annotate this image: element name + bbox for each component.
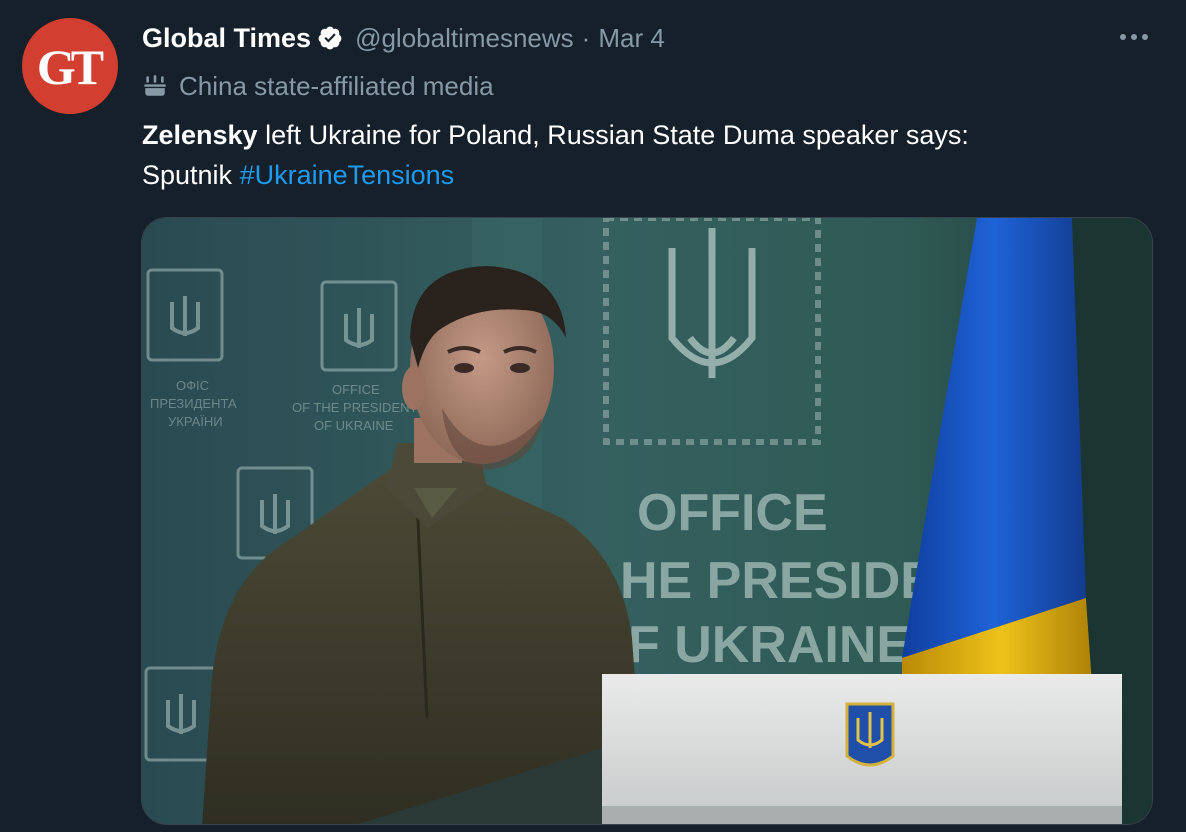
- avatar-logo-text: GT: [36, 39, 104, 95]
- tweet-date[interactable]: Mar 4: [598, 23, 664, 54]
- avatar[interactable]: GT: [22, 18, 118, 114]
- more-options-button[interactable]: [1112, 22, 1156, 52]
- backdrop-text-ukraine: F UKRAINE: [628, 616, 911, 674]
- state-media-label[interactable]: China state-affiliated media: [142, 66, 494, 106]
- state-media-label-text: China state-affiliated media: [179, 70, 494, 101]
- tweet-text: Zelensky left Ukraine for Poland, Russia…: [142, 115, 1152, 195]
- more-options-icon: [1120, 34, 1148, 40]
- svg-text:УКРАЇНИ: УКРАЇНИ: [168, 414, 223, 429]
- svg-text:OFFICE: OFFICE: [332, 382, 380, 397]
- state-media-icon: [144, 75, 166, 96]
- tweet-header: Global Times @globaltimesnews · Mar 4: [142, 18, 665, 58]
- tweet-text-body: left Ukraine for Poland, Russian State D…: [257, 120, 969, 150]
- backdrop-text-office: OFFICE: [637, 484, 828, 542]
- svg-text:OF UKRAINE: OF UKRAINE: [314, 418, 394, 433]
- svg-text:OF THE PRESIDENT: OF THE PRESIDENT: [292, 400, 418, 415]
- tweet: GT Global Times @globaltimesnews · Mar 4…: [0, 0, 1186, 832]
- hashtag-link[interactable]: #UkraineTensions: [240, 160, 455, 190]
- svg-text:ПРЕЗИДЕНТА: ПРЕЗИДЕНТА: [150, 396, 237, 411]
- separator-dot: ·: [581, 22, 591, 53]
- tweet-text-source: Sputnik: [142, 160, 240, 190]
- handle[interactable]: @globaltimesnews: [355, 23, 574, 54]
- display-name[interactable]: Global Times: [142, 23, 311, 54]
- photo-zelensky-podium: ОФІС ПРЕЗИДЕНТА УКРАЇНИ OFFICE OF THE PR…: [142, 218, 1152, 824]
- tweet-photo[interactable]: ОФІС ПРЕЗИДЕНТА УКРАЇНИ OFFICE OF THE PR…: [141, 217, 1153, 825]
- tweet-text-bold: Zelensky: [142, 120, 258, 150]
- svg-text:ОФІС: ОФІС: [176, 378, 209, 393]
- verified-badge-icon: [318, 26, 342, 50]
